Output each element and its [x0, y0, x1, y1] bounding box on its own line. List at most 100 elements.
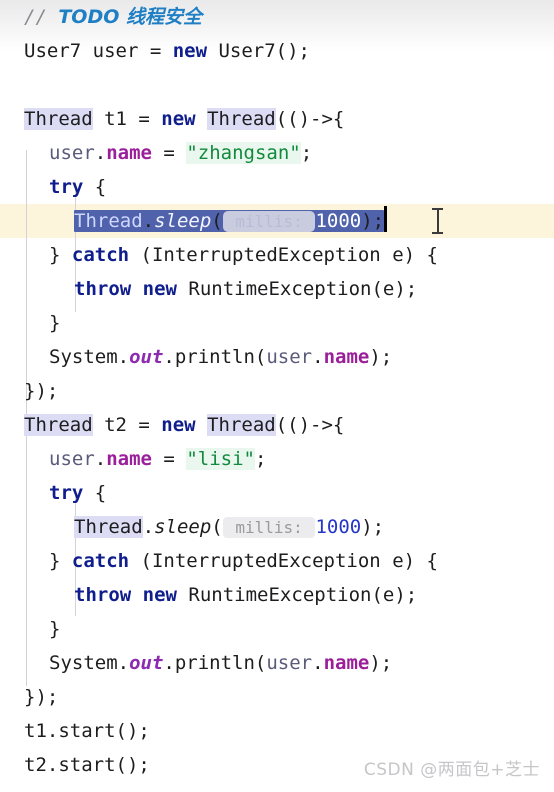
code-token: 1000 — [315, 516, 362, 538]
code-token: out — [129, 652, 164, 674]
code-line[interactable]: } catch (InterruptedException e) { — [0, 238, 554, 272]
code-token: out — [129, 346, 164, 368]
code-line[interactable]: } catch (InterruptedException e) { — [0, 544, 554, 578]
code-token: user — [266, 652, 313, 674]
code-token: catch — [71, 550, 130, 572]
code-line[interactable]: t1.start(); — [0, 714, 554, 748]
code-line[interactable]: System.out.println(user.name); — [0, 646, 554, 680]
code-token: // — [24, 6, 59, 28]
code-line[interactable]: User7 user = new User7(); — [0, 34, 554, 68]
code-token: t2 = — [92, 414, 162, 436]
code-line[interactable]: throw new RuntimeException(e); — [0, 272, 554, 306]
code-token: (()->{ — [275, 414, 345, 436]
code-token: (()->{ — [275, 108, 345, 130]
code-token: name — [106, 142, 152, 164]
code-token: .println( — [163, 346, 267, 368]
code-token: . — [142, 516, 155, 538]
code-token: = — [151, 142, 187, 164]
code-token: new — [161, 414, 196, 436]
code-line[interactable]: }); — [0, 374, 554, 408]
code-token: new — [172, 40, 208, 62]
code-line[interactable]: user.name = "zhangsan"; — [0, 136, 554, 170]
code-token: }); — [24, 380, 59, 402]
code-token: throw — [74, 584, 132, 606]
code-token: }); — [24, 686, 59, 708]
code-line[interactable]: user.name = "lisi"; — [0, 442, 554, 476]
code-line[interactable]: } — [0, 306, 554, 340]
code-token: Thread — [74, 210, 143, 232]
code-token: t1.start(); — [24, 720, 150, 742]
text-caret — [384, 206, 388, 232]
code-token: } — [49, 618, 61, 640]
code-token: . — [312, 652, 324, 674]
code-token: sleep — [154, 210, 212, 232]
code-token: try — [49, 482, 84, 504]
code-token: "zhangsan" — [186, 142, 301, 164]
code-line[interactable]: // TODO 线程安全 — [0, 0, 554, 34]
code-token: (InterruptedException e) { — [129, 550, 438, 572]
code-token: Thread — [207, 414, 276, 436]
code-token: ); — [361, 210, 385, 232]
code-line[interactable]: throw new RuntimeException(e); — [0, 578, 554, 612]
code-token: Thread — [74, 516, 143, 538]
code-token: ; — [254, 448, 267, 470]
code-token: TODO 线程安全 — [58, 6, 202, 28]
code-token: } — [49, 244, 72, 266]
code-token: t1 = — [92, 108, 162, 130]
code-token: new — [142, 278, 177, 300]
code-token: ( — [211, 516, 223, 538]
code-token: RuntimeException(e); — [176, 278, 418, 300]
code-token: ); — [361, 516, 385, 538]
code-token: millis: — [222, 211, 316, 232]
code-token: try — [49, 176, 84, 198]
code-token: millis: — [222, 517, 316, 538]
code-token: Thread — [24, 108, 93, 130]
code-token: } — [49, 550, 72, 572]
code-line[interactable]: try { — [0, 476, 554, 510]
code-token: 1000 — [315, 210, 362, 232]
code-line[interactable]: Thread.sleep( millis: 1000); — [0, 204, 554, 238]
code-line[interactable]: try { — [0, 170, 554, 204]
code-token: t2.start(); — [24, 754, 150, 776]
code-line[interactable]: }); — [0, 680, 554, 714]
code-token: System. — [49, 652, 130, 674]
code-token: sleep — [154, 516, 212, 538]
code-token: . — [94, 448, 107, 470]
code-token: Thread — [207, 108, 276, 130]
code-token: . — [94, 142, 107, 164]
code-token: ); — [369, 652, 393, 674]
code-token: "lisi" — [186, 448, 255, 470]
code-token: name — [323, 346, 370, 368]
code-token: System. — [49, 346, 130, 368]
selected-text[interactable]: Thread.sleep( millis: 1000); — [74, 210, 385, 232]
code-line[interactable]: Thread t1 = new Thread(()->{ — [0, 102, 554, 136]
code-token: ; — [300, 142, 313, 164]
code-token: catch — [71, 244, 130, 266]
code-token: . — [142, 210, 155, 232]
code-token: user — [266, 346, 313, 368]
code-line[interactable]: } — [0, 612, 554, 646]
code-line[interactable] — [0, 68, 554, 102]
code-token: user — [49, 142, 95, 164]
code-token: { — [83, 176, 107, 198]
code-token: RuntimeException(e); — [176, 584, 418, 606]
code-token: ( — [211, 210, 223, 232]
code-line[interactable]: Thread t2 = new Thread(()->{ — [0, 408, 554, 442]
code-token: User7 user = — [24, 40, 173, 62]
code-editor[interactable]: // TODO 线程安全 User7 user = new User7(); Th… — [0, 0, 554, 792]
code-token: { — [83, 482, 107, 504]
code-line[interactable]: t2.start(); — [0, 748, 554, 782]
code-token: throw — [74, 278, 132, 300]
code-token: Thread — [24, 414, 93, 436]
code-line[interactable]: Thread.sleep( millis: 1000); — [0, 510, 554, 544]
code-token: user — [49, 448, 95, 470]
code-token: new — [142, 584, 177, 606]
code-line[interactable]: System.out.println(user.name); — [0, 340, 554, 374]
code-token: (InterruptedException e) { — [129, 244, 438, 266]
code-token: . — [312, 346, 324, 368]
code-token: name — [323, 652, 370, 674]
code-content[interactable]: // TODO 线程安全 User7 user = new User7(); Th… — [0, 0, 554, 782]
